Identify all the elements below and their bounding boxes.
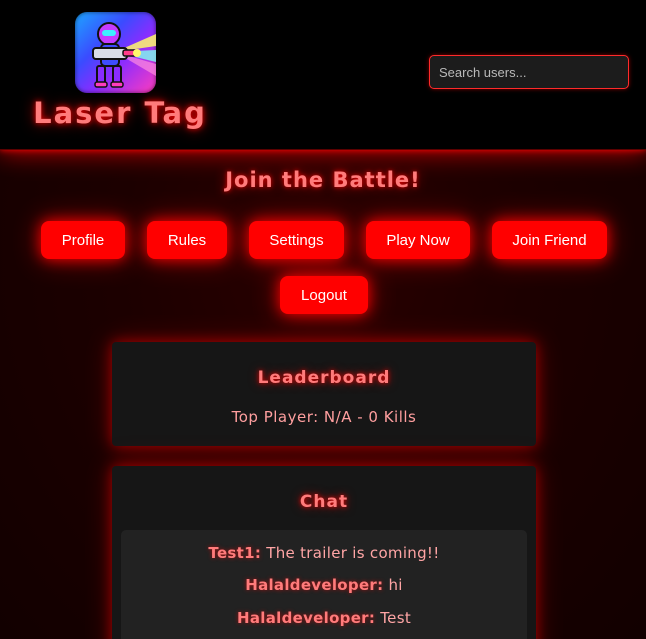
rules-button[interactable]: Rules [147, 221, 227, 259]
chat-message: Test1: The trailer is coming!! [121, 544, 527, 562]
chat-text: The trailer is coming!! [266, 544, 440, 562]
top-header: Laser Tag [0, 0, 646, 150]
join-friend-button[interactable]: Join Friend [492, 221, 607, 259]
chat-message: Halaldeveloper: hi [121, 576, 527, 594]
leaderboard-card: Leaderboard Top Player: N/A - 0 Kills [112, 342, 536, 446]
leaderboard-title: Leaderboard [257, 368, 391, 388]
chat-title: Chat [299, 492, 349, 512]
chat-username: Halaldeveloper: [236, 609, 376, 627]
play-now-button[interactable]: Play Now [366, 221, 470, 259]
chat-card: Chat Test1: The trailer is coming!! Hala… [112, 466, 536, 639]
chat-username: Test1: [208, 544, 262, 562]
logout-button[interactable]: Logout [280, 276, 368, 314]
join-battle-heading: Join the Battle! [225, 168, 421, 192]
chat-messages-panel[interactable]: Test1: The trailer is coming!! Halaldeve… [121, 530, 527, 639]
top-player-text: Top Player: N/A - 0 Kills [231, 408, 417, 426]
chat-message: Halaldeveloper: Test [121, 609, 527, 627]
settings-button[interactable]: Settings [249, 221, 344, 259]
laser-gun-robot-icon[interactable] [75, 12, 156, 93]
profile-button[interactable]: Profile [41, 221, 125, 259]
chat-username: Halaldeveloper: [245, 576, 384, 594]
search-users-input[interactable] [429, 55, 629, 89]
chat-text: Test [380, 609, 412, 627]
site-title: Laser Tag [33, 96, 207, 130]
chat-text: hi [388, 576, 403, 594]
